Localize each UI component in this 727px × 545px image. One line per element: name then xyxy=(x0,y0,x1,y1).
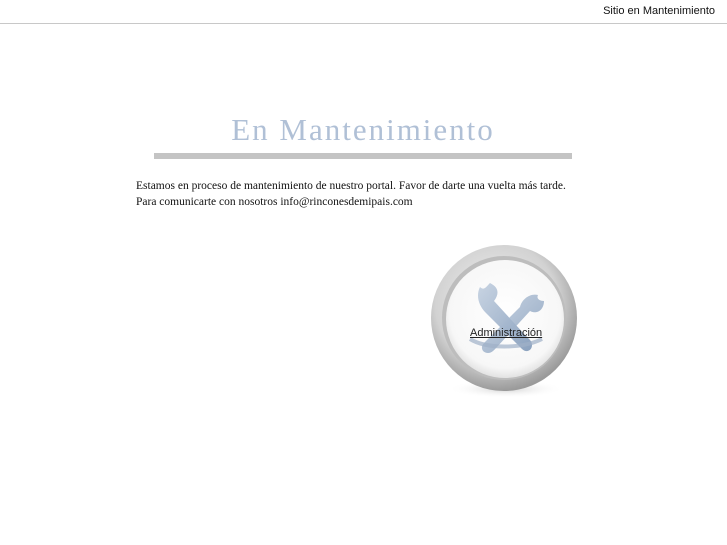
top-bar: Sitio en Mantenimiento xyxy=(0,0,727,24)
title-divider xyxy=(154,153,572,159)
maintenance-message: Estamos en proceso de mantenimiento de n… xyxy=(136,180,566,208)
page-title: En Mantenimiento xyxy=(231,112,495,147)
tools-icon xyxy=(431,245,577,398)
admin-link[interactable]: Administración xyxy=(470,327,542,339)
admin-badge: Administración xyxy=(426,243,581,403)
site-status-label: Sitio en Mantenimiento xyxy=(603,5,715,17)
